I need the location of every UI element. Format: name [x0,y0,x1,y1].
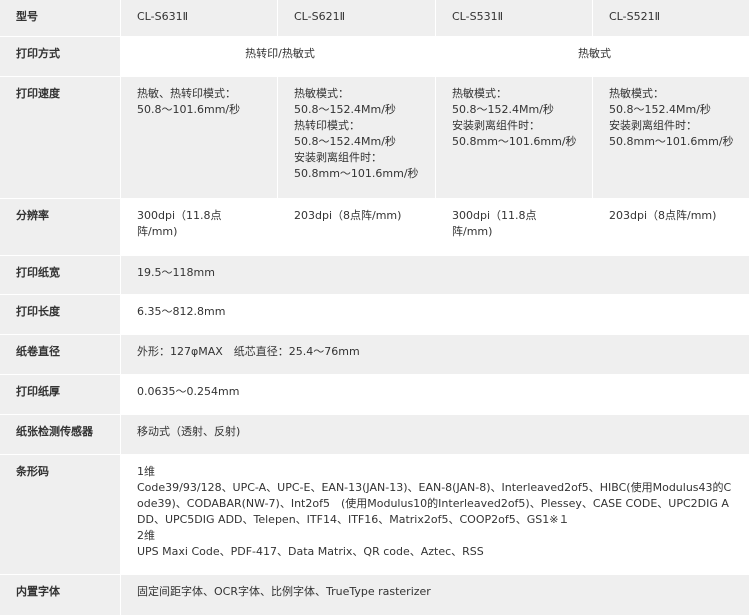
row-label-paper-thickness: 打印纸厚 [0,375,121,415]
print-length-value: 6.35～812.8mm [121,295,750,335]
resolution-s621: 203dpi（8点阵/mm) [278,199,436,256]
table-row: 打印方式 热转印/热敏式 热敏式 [0,37,750,77]
paper-sensor-value: 移动式（透射、反射) [121,415,750,455]
row-label-roll-diameter: 纸卷直径 [0,335,121,375]
resolution-s521: 203dpi（8点阵/mm) [593,199,750,256]
print-speed-s521: 热敏模式： 50.8～152.4Mm/秒 安装剥离组件时： 50.8mm～101… [593,77,750,199]
row-label-resolution: 分辨率 [0,199,121,256]
row-label-paper-width: 打印纸宽 [0,256,121,295]
table-row: 打印长度 6.35～812.8mm [0,295,750,335]
table-row: 分辨率 300dpi（11.8点 阵/mm) 203dpi（8点阵/mm) 30… [0,199,750,256]
table-row: 内置字体 固定间距字体、OCR字体、比例字体、TrueType rasteriz… [0,575,750,616]
spec-table: 型号 CL-S631Ⅱ CL-S621Ⅱ CL-S531Ⅱ CL-S521Ⅱ 打… [0,0,750,616]
built-in-fonts-value: 固定间距字体、OCR字体、比例字体、TrueType rasterizer [121,575,750,616]
model-cl-s621: CL-S621Ⅱ [278,0,436,37]
model-cl-s521: CL-S521Ⅱ [593,0,750,37]
resolution-s631: 300dpi（11.8点 阵/mm) [121,199,278,256]
row-label-print-length: 打印长度 [0,295,121,335]
resolution-s531: 300dpi（11.8点 阵/mm) [436,199,593,256]
roll-diameter-value: 外形：127φMAX 纸芯直径：25.4～76mm [121,335,750,375]
table-row: 打印速度 热敏、热转印模式： 50.8～101.6mm/秒 热敏模式： 50.8… [0,77,750,199]
paper-thickness-value: 0.0635～0.254mm [121,375,750,415]
print-method-group2: 热敏式 [436,37,750,77]
print-method-group1: 热转印/热敏式 [121,37,436,77]
model-cl-s631: CL-S631Ⅱ [121,0,278,37]
table-row: 打印纸宽 19.5～118mm [0,256,750,295]
row-label-barcode: 条形码 [0,455,121,575]
table-row: 纸卷直径 外形：127φMAX 纸芯直径：25.4～76mm [0,335,750,375]
table-row: 条形码 1维 Code39/93/128、UPC-A、UPC-E、EAN-13(… [0,455,750,575]
table-row: 打印纸厚 0.0635～0.254mm [0,375,750,415]
print-speed-s531: 热敏模式： 50.8～152.4Mm/秒 安装剥离组件时： 50.8mm～101… [436,77,593,199]
row-label-model: 型号 [0,0,121,37]
print-speed-s621: 热敏模式： 50.8～152.4Mm/秒 热转印模式： 50.8～152.4Mm… [278,77,436,199]
row-label-print-speed: 打印速度 [0,77,121,199]
barcode-value: 1维 Code39/93/128、UPC-A、UPC-E、EAN-13(JAN-… [121,455,750,575]
print-speed-s631: 热敏、热转印模式： 50.8～101.6mm/秒 [121,77,278,199]
paper-width-value: 19.5～118mm [121,256,750,295]
model-cl-s531: CL-S531Ⅱ [436,0,593,37]
row-label-print-method: 打印方式 [0,37,121,77]
table-row: 纸张检测传感器 移动式（透射、反射) [0,415,750,455]
row-label-paper-sensor: 纸张检测传感器 [0,415,121,455]
row-label-built-in-fonts: 内置字体 [0,575,121,616]
table-row: 型号 CL-S631Ⅱ CL-S621Ⅱ CL-S531Ⅱ CL-S521Ⅱ [0,0,750,37]
